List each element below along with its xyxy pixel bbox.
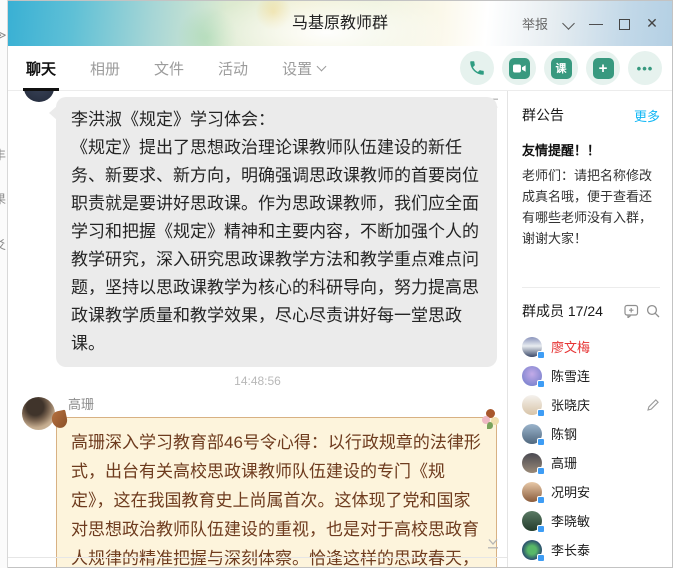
announcement-more-link[interactable]: 更多	[634, 106, 660, 125]
tab-bar: 聊天 相册 文件 活动 设置 课 +	[8, 46, 672, 91]
announcement-section: 群公告 更多 友情提醒！！ 老师们：请把名称修改成真名哦，便于查看还有哪些老师没…	[522, 105, 660, 288]
mobile-online-badge	[537, 496, 545, 504]
group-admin-icon	[645, 368, 660, 384]
mobile-online-badge	[537, 380, 545, 388]
screen: / ≫ 丰 果 爻 马基原教师群 举报 — ✕ 聊天 相册 文件 活动 设置	[0, 0, 673, 568]
member-row[interactable]: 廖文梅	[522, 332, 660, 361]
window-controls: 举报 — ✕	[514, 1, 666, 46]
minimize-button[interactable]: —	[582, 1, 610, 46]
avatar	[522, 366, 542, 386]
message-bubble[interactable]: 李洪淑《规定》学习体会： 《规定》提出了思想政治理论课教师队伍建设的新任务、新要…	[56, 97, 497, 367]
avatar	[522, 424, 542, 444]
tab-chat[interactable]: 聊天	[26, 58, 56, 79]
add-member-icon[interactable]	[624, 304, 639, 318]
member-row[interactable]: 李长泰	[522, 535, 660, 564]
background-window-edge: / ≫ 丰 果 爻	[0, 0, 8, 568]
avatar	[522, 540, 542, 560]
member-row[interactable]: 陈钢	[522, 419, 660, 448]
group-owner-icon	[645, 339, 660, 355]
edit-nickname-icon[interactable]	[646, 398, 660, 412]
video-call-button[interactable]	[502, 51, 536, 85]
titlebar: 马基原教师群 举报 — ✕	[8, 1, 672, 46]
member-row[interactable]: 张晓庆	[522, 390, 660, 419]
member-row[interactable]: 况明安	[522, 477, 660, 506]
mobile-online-badge	[537, 351, 545, 359]
avatar	[522, 453, 542, 473]
members-header: 群成员 17/24	[522, 301, 660, 321]
maximize-button[interactable]	[610, 1, 638, 46]
avatar	[522, 395, 542, 415]
themed-message-bubble[interactable]: 高珊深入学习教育部46号令心得：以行政规章的法律形式，出台有关高校思政课教师队伍…	[56, 417, 497, 567]
mobile-online-badge	[537, 554, 545, 562]
message: 高珊深入学习教育部46号令心得：以行政规章的法律形式，出台有关高校思政课教师队伍…	[56, 417, 497, 567]
tab-album[interactable]: 相册	[90, 58, 120, 79]
toolbar: 课 + •••	[460, 51, 662, 85]
partial-glyph: /	[0, 2, 7, 16]
partial-glyph: 丰	[0, 146, 7, 163]
member-row[interactable]: 高珊	[522, 448, 660, 477]
tab-files[interactable]: 文件	[154, 58, 184, 79]
more-button[interactable]: •••	[628, 51, 662, 85]
announcement-notice-title: 友情提醒！！	[522, 140, 660, 159]
message: 李洪淑《规定》学习体会： 《规定》提出了思想政治理论课教师队伍建设的新任务、新要…	[56, 97, 497, 367]
mobile-online-badge	[537, 525, 545, 533]
course-icon: 课	[551, 58, 572, 79]
group-app-add-button[interactable]: +	[586, 51, 620, 85]
avatar[interactable]	[24, 91, 54, 102]
course-button[interactable]: 课	[544, 51, 578, 85]
scroll-curl-decoration	[50, 410, 68, 430]
mobile-online-badge	[537, 438, 545, 446]
flower-decoration	[481, 409, 499, 429]
partial-glyph: 果	[0, 190, 7, 207]
avatar	[522, 482, 542, 502]
avatar[interactable]	[22, 397, 55, 430]
phone-icon	[468, 59, 486, 77]
mobile-online-badge	[537, 467, 545, 475]
partial-glyph: ≫	[0, 28, 7, 42]
voice-call-button[interactable]	[460, 51, 494, 85]
group-sidebar: 群公告 更多 友情提醒！！ 老师们：请把名称修改成真名哦，便于查看还有哪些老师没…	[508, 91, 672, 567]
member-row[interactable]: 刘忠荣	[522, 564, 660, 568]
chat-pane[interactable]: 李洪淑《规定》学习体会： 《规定》提出了思想政治理论课教师队伍建设的新任务、新要…	[8, 91, 508, 567]
avatar	[522, 337, 542, 357]
chevron-down-icon[interactable]	[556, 1, 582, 46]
member-row[interactable]: 陈雪连	[522, 361, 660, 390]
sender-name: 高珊	[68, 394, 507, 413]
member-list: 廖文梅 陈雪连 张晓庆 陈钢	[522, 332, 660, 568]
message-text: 高珊深入学习教育部46号令心得：以行政规章的法律形式，出台有关高校思政课教师队伍…	[71, 433, 481, 567]
mobile-online-badge	[537, 409, 545, 417]
avatar	[522, 511, 542, 531]
report-button[interactable]: 举报	[514, 14, 556, 33]
announcement-title: 群公告	[522, 105, 564, 125]
close-button[interactable]: ✕	[638, 1, 666, 46]
more-icon: •••	[637, 61, 654, 76]
tab-activity[interactable]: 活动	[218, 58, 248, 79]
timestamp: 14:48:56	[8, 374, 507, 388]
fold-down-icon[interactable]	[486, 536, 500, 554]
tab-settings[interactable]: 设置	[282, 58, 325, 79]
chevron-down-icon	[317, 61, 327, 71]
announcement-body: 老师们：请把名称修改成真名哦，便于查看还有哪些老师没有入群，谢谢大家！	[522, 165, 660, 249]
member-row[interactable]: 李晓敏	[522, 506, 660, 535]
partial-glyph: 爻	[0, 236, 7, 253]
video-camera-icon	[509, 58, 530, 79]
search-icon[interactable]	[646, 304, 660, 318]
chat-window: 马基原教师群 举报 — ✕ 聊天 相册 文件 活动 设置	[8, 0, 673, 568]
content-row: 李洪淑《规定》学习体会： 《规定》提出了思想政治理论课教师队伍建设的新任务、新要…	[8, 91, 672, 567]
plus-bubble-icon: +	[593, 58, 614, 79]
members-count: 群成员 17/24	[522, 301, 603, 321]
